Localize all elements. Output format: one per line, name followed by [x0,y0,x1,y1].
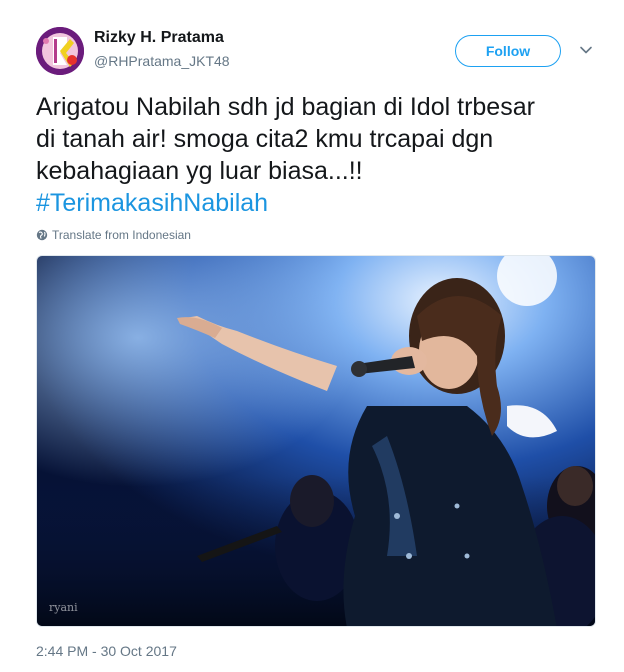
tweet-text-line: di tanah air! smoga cita2 kmu trcapai dg… [36,125,494,153]
profile-picture [36,27,84,75]
avatar[interactable] [36,27,84,75]
tweet-text-line: Arigatou Nabilah sdh jd bagian di Idol t… [36,93,535,121]
translate-link[interactable]: Translate from Indonesian [36,228,191,242]
tweet-text-line: kebahagiaan yg luar biasa...!! [36,157,363,185]
hashtag-link[interactable]: #TerimakasihNabilah [36,187,596,219]
display-name[interactable]: Rizky H. Pratama [94,29,224,47]
tweet-timestamp[interactable]: 2:44 PM - 30 Oct 2017 [36,643,177,659]
user-handle[interactable]: @RHPratama_JKT48 [94,53,230,69]
tweet-photo[interactable]: ryani [36,255,596,627]
chevron-down-icon[interactable] [578,42,594,58]
globe-icon [36,229,48,241]
follow-button[interactable]: Follow [455,35,561,67]
translate-label: Translate from Indonesian [52,228,191,242]
concert-photo: ryani [37,256,595,626]
svg-text:ryani: ryani [49,601,78,614]
tweet-text: Arigatou Nabilah sdh jd bagian di Idol t… [36,91,596,219]
